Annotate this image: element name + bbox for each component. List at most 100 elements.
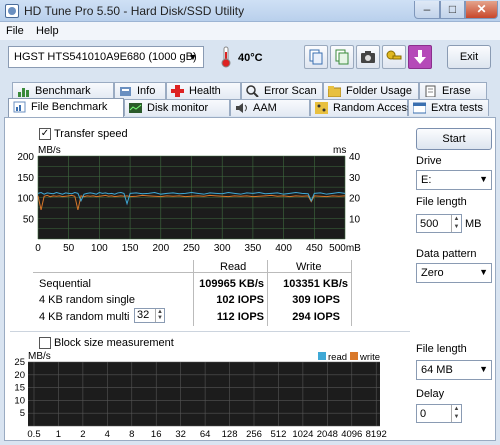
y-axis-label: MB/s (38, 146, 61, 156)
tab-label: File Benchmark (31, 101, 108, 113)
tab-file-benchmark[interactable]: File Benchmark (8, 98, 124, 117)
menu-file[interactable]: File (6, 25, 24, 37)
y2-axis-label: ms (333, 146, 346, 156)
transfer-speed-chart: MB/s ms 0 50 100 150 200 250 300 350 400 450 500mB 20… (17, 146, 361, 254)
random-access-icon (315, 102, 328, 114)
tab-folder-usage[interactable]: Folder Usage (323, 82, 419, 99)
block-file-length-select[interactable]: 64 MB ▼ (416, 360, 492, 380)
legend-read-swatch (318, 352, 326, 360)
result-label: 4 KB random multi (39, 311, 130, 323)
erase-icon (425, 85, 436, 97)
tab-info[interactable]: Info (114, 82, 166, 99)
close-button[interactable]: ✕ (465, 1, 498, 19)
x-tick-label: 200 (152, 243, 169, 254)
tab-random-access[interactable]: Random Access (310, 99, 412, 116)
menu-help[interactable]: Help (36, 25, 59, 37)
folder-icon (328, 86, 341, 97)
disk-monitor-icon (129, 103, 142, 113)
x-tick-label: 300 (214, 243, 231, 254)
data-pattern-label: Data pattern (416, 248, 477, 260)
drive-select-value: HGST HTS541010A9E680 (1000 gB) (14, 51, 197, 63)
thermometer-icon (221, 46, 231, 68)
tab-label: Info (137, 85, 156, 97)
data-pattern-select[interactable]: Zero ▼ (416, 263, 492, 283)
copy-all-button[interactable] (330, 45, 354, 69)
window-title: HD Tune Pro 5.50 - Hard Disk/SSD Utility (24, 4, 245, 18)
delay-value: 0 (420, 408, 427, 420)
block-file-length-label: File length (416, 343, 467, 355)
transfer-speed-label: Transfer speed (54, 128, 128, 140)
y-tick-label: 100 (17, 194, 34, 205)
minimize-button[interactable]: – (414, 1, 440, 19)
speaker-icon (236, 103, 247, 113)
queue-depth-value: 32 (137, 309, 150, 321)
maximize-button[interactable]: □ (440, 1, 465, 19)
copy-text-button[interactable] (304, 45, 328, 69)
drive-letter-select[interactable]: E: ▼ (416, 170, 492, 190)
start-button[interactable]: Start (416, 128, 492, 150)
x-tick-label: 256 (246, 429, 262, 440)
y2-tick-label: 10 (349, 214, 361, 225)
y-axis-label: MB/s (28, 351, 51, 362)
table-divider (193, 260, 194, 326)
x-tick-label: 8192 (366, 429, 387, 440)
options-button[interactable] (382, 45, 406, 69)
x-tick-label: 1024 (292, 429, 313, 440)
x-tick-label: 2048 (317, 429, 338, 440)
file-length-spinner[interactable]: 500 ▲ ▼ (416, 214, 462, 233)
extra-tests-icon (413, 102, 426, 114)
screenshot-button[interactable] (356, 45, 380, 69)
file-benchmark-icon (13, 101, 26, 113)
block-size-checkbox[interactable] (39, 337, 51, 349)
y-tick-label: 200 (17, 152, 34, 163)
tab-benchmark[interactable]: Benchmark (12, 82, 114, 99)
tab-erase[interactable]: Erase (419, 82, 487, 99)
tab-label: Health (189, 85, 221, 97)
transfer-speed-checkbox[interactable]: ✓ (39, 128, 51, 140)
delay-spinner[interactable]: 0 ▲ ▼ (416, 404, 462, 423)
result-read: 102 IOPS (216, 294, 264, 306)
tab-label: Folder Usage (346, 85, 413, 97)
drive-letter-value: E: (421, 174, 432, 186)
camera-icon (361, 51, 375, 63)
x-tick-label: 150 (122, 243, 139, 254)
info-icon (120, 87, 131, 96)
save-button[interactable] (408, 45, 432, 69)
legend-write-swatch (350, 352, 358, 360)
tab-extra-tests[interactable]: Extra tests (408, 99, 489, 116)
chevron-down-icon: ▼ (479, 364, 488, 374)
tab-error-scan[interactable]: Error Scan (241, 82, 323, 99)
x-tick-label: 450 (306, 243, 323, 254)
file-length-label: File length (416, 196, 467, 208)
spinner-arrows-icon[interactable]: ▲ ▼ (451, 405, 461, 422)
result-write: 294 IOPS (292, 311, 340, 323)
copy-icon (309, 49, 323, 65)
x-tick-label: 64 (200, 429, 211, 440)
health-icon (171, 85, 184, 97)
y-tick-label: 50 (23, 214, 35, 225)
table-divider (267, 260, 268, 326)
queue-depth-spinner[interactable]: 32 ▲ ▼ (134, 308, 165, 323)
drive-label: Drive (416, 155, 442, 167)
download-arrow-icon (414, 50, 426, 64)
x-tick-label: 2 (80, 429, 85, 440)
tab-disk-monitor[interactable]: Disk monitor (124, 99, 230, 116)
y-tick-label: 150 (17, 173, 34, 184)
tab-health[interactable]: Health (166, 82, 241, 99)
x-tick-label: 350 (245, 243, 262, 254)
spinner-arrows-icon[interactable]: ▲ ▼ (155, 309, 164, 322)
legend-read-label: read (328, 352, 347, 363)
y-tick-label: 15 (14, 383, 25, 394)
y-tick-label: 25 (14, 357, 25, 368)
exit-button[interactable]: Exit (447, 45, 491, 69)
drive-select[interactable]: HGST HTS541010A9E680 (1000 gB) ▼ (8, 46, 204, 68)
write-column-header: Write (296, 261, 322, 273)
key-icon (386, 50, 402, 60)
tab-aam[interactable]: AAM (230, 99, 310, 116)
tab-label: Error Scan (264, 85, 317, 97)
x-tick-label: 250 (183, 243, 200, 254)
temperature-readout: 40°C (238, 52, 263, 64)
spinner-arrows-icon[interactable]: ▲ ▼ (451, 215, 461, 232)
x-tick-label: 16 (151, 429, 162, 440)
x-tick-label: 0 (35, 243, 41, 254)
